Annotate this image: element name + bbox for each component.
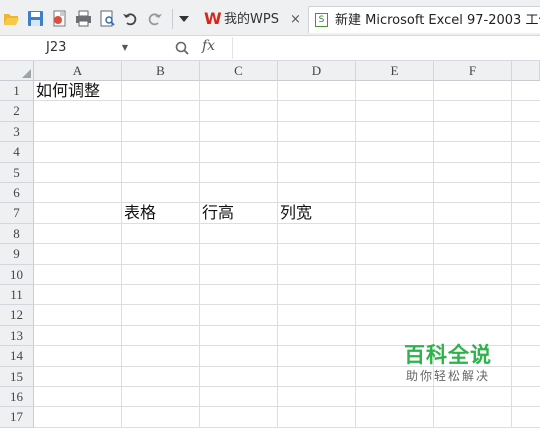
row-header-16[interactable]: 16 bbox=[0, 387, 34, 408]
excel-file-icon: S bbox=[315, 13, 328, 27]
gridline-horizontal bbox=[34, 141, 540, 143]
column-header-overflow bbox=[512, 61, 540, 81]
open-folder-icon[interactable] bbox=[3, 10, 20, 27]
watermark-logo: 百科全说 助你轻松解决 bbox=[383, 342, 513, 384]
row-header-10[interactable]: 10 bbox=[0, 264, 34, 285]
gridline-horizontal bbox=[34, 406, 540, 408]
undo-icon[interactable] bbox=[122, 10, 139, 27]
row-header-15[interactable]: 15 bbox=[0, 366, 34, 387]
gridline-horizontal bbox=[34, 243, 540, 245]
tab-my-wps[interactable]: W 我的WPS × bbox=[200, 6, 304, 33]
tab-excel-workbook-label: 新建 Microsoft Excel 97-2003 工作表 bbox=[335, 13, 540, 28]
row-header-3[interactable]: 3 bbox=[0, 121, 34, 143]
gridline-vertical bbox=[121, 81, 122, 428]
formula-input[interactable] bbox=[232, 37, 539, 59]
row-header-13[interactable]: 13 bbox=[0, 325, 34, 347]
save-icon[interactable] bbox=[27, 10, 44, 27]
dropdown-arrow-icon[interactable] bbox=[178, 12, 190, 24]
cell-d7[interactable]: 列宽 bbox=[280, 203, 312, 223]
column-header-f[interactable]: F bbox=[434, 61, 512, 81]
wps-logo-icon: W bbox=[204, 9, 222, 28]
row-header-4[interactable]: 4 bbox=[0, 142, 34, 163]
close-tab-icon[interactable]: × bbox=[290, 6, 301, 33]
row-header-11[interactable]: 11 bbox=[0, 285, 34, 306]
gridline-vertical bbox=[199, 81, 200, 428]
toolbar-separator bbox=[172, 9, 173, 29]
zoom-search-icon[interactable] bbox=[175, 41, 189, 55]
row-header-1[interactable]: 1 bbox=[0, 81, 34, 102]
gridline-horizontal bbox=[34, 100, 540, 102]
row-header-12[interactable]: 12 bbox=[0, 305, 34, 326]
tab-excel-workbook[interactable]: S 新建 Microsoft Excel 97-2003 工作表 bbox=[308, 6, 540, 33]
row-header-9[interactable]: 9 bbox=[0, 244, 34, 265]
formula-bar: J23 ▼ fx bbox=[0, 36, 540, 61]
column-header-d[interactable]: D bbox=[278, 61, 356, 81]
name-box[interactable]: J23 ▼ bbox=[2, 38, 132, 58]
column-header-b[interactable]: B bbox=[122, 61, 200, 81]
tab-my-wps-label: 我的WPS bbox=[224, 12, 279, 27]
row-header-8[interactable]: 8 bbox=[0, 223, 34, 245]
gridline-horizontal bbox=[34, 120, 540, 122]
cell-a1[interactable]: 如何调整 bbox=[36, 81, 100, 101]
row-header-6[interactable]: 6 bbox=[0, 183, 34, 204]
gridline-vertical bbox=[355, 81, 356, 428]
gridline-horizontal bbox=[34, 284, 540, 285]
export-icon[interactable] bbox=[51, 10, 68, 27]
row-header-7[interactable]: 7 bbox=[0, 203, 34, 224]
quick-access-toolbar: W 我的WPS × S 新建 Microsoft Excel 97-2003 工… bbox=[0, 0, 540, 36]
gridline-vertical bbox=[277, 81, 278, 428]
gridline-horizontal bbox=[34, 324, 540, 326]
select-all-corner[interactable] bbox=[0, 61, 34, 81]
cell-c7[interactable]: 行高 bbox=[202, 203, 234, 223]
name-box-value: J23 bbox=[46, 40, 67, 55]
gridline-horizontal bbox=[34, 182, 540, 183]
print-icon[interactable] bbox=[75, 10, 92, 27]
gridline-horizontal bbox=[34, 386, 540, 387]
gridline-horizontal bbox=[34, 161, 540, 163]
row-header-5[interactable]: 5 bbox=[0, 162, 34, 183]
watermark-title: 百科全说 bbox=[404, 343, 492, 367]
print-preview-icon[interactable] bbox=[99, 10, 116, 27]
row-header-2[interactable]: 2 bbox=[0, 101, 34, 122]
redo-icon[interactable] bbox=[146, 10, 163, 27]
cell-b7[interactable]: 表格 bbox=[124, 203, 156, 223]
row-header-17[interactable]: 17 bbox=[0, 407, 34, 428]
row-header-14[interactable]: 14 bbox=[0, 346, 34, 367]
gridline-horizontal bbox=[34, 263, 540, 265]
column-header-e[interactable]: E bbox=[356, 61, 434, 81]
select-all-triangle-icon bbox=[22, 69, 31, 78]
column-header-a[interactable]: A bbox=[34, 61, 122, 81]
insert-function-icon[interactable]: fx bbox=[202, 38, 215, 54]
name-box-dropdown-icon[interactable]: ▼ bbox=[122, 38, 128, 58]
gridline-horizontal bbox=[34, 304, 540, 306]
watermark-subtitle: 助你轻松解决 bbox=[405, 369, 490, 383]
column-header-c[interactable]: C bbox=[200, 61, 278, 81]
